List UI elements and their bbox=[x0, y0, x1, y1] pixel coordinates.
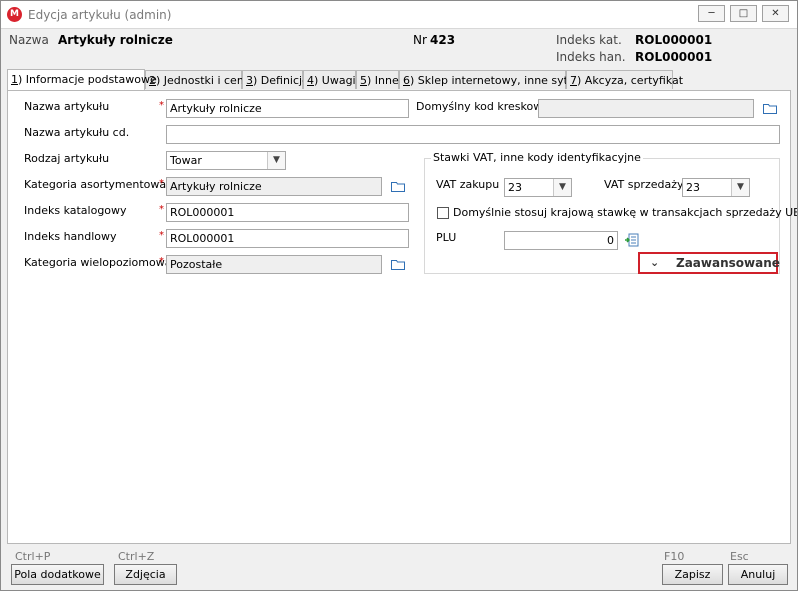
extra-fields-shortcut: Ctrl+P bbox=[15, 550, 51, 563]
advanced-label: Zaawansowane bbox=[676, 256, 780, 270]
vat-purchase-select[interactable]: 23 ▼ bbox=[504, 178, 572, 197]
tab-excise-certificate[interactable]: 7) Akcyza, certyfikat bbox=[566, 70, 683, 89]
article-name-cd-label: Nazwa artykułu cd. bbox=[24, 126, 130, 139]
header-name-value: Artykuły rolnicze bbox=[58, 33, 173, 47]
required-marker: * bbox=[159, 256, 164, 267]
article-type-select[interactable]: Towar ▼ bbox=[166, 151, 286, 170]
tab-basic-info[interactable]: 1) Informacje podstawowe bbox=[7, 69, 157, 90]
article-type-value: Towar bbox=[170, 154, 202, 167]
barcode-label: Domyślny kod kreskowy bbox=[416, 100, 549, 113]
article-type-label: Rodzaj artykułu bbox=[24, 152, 110, 165]
header-catalog-index-value: ROL000001 bbox=[635, 33, 713, 47]
tab-units-prices[interactable]: 2) Jednostki i ceny bbox=[145, 70, 250, 89]
article-name-label: Nazwa artykułu bbox=[24, 100, 110, 113]
tab-online-shop[interactable]: 6) Sklep internetowy, inne sytemy bbox=[399, 70, 592, 89]
cancel-shortcut: Esc bbox=[730, 550, 749, 563]
tab-notes[interactable]: 4) Uwagi bbox=[303, 70, 356, 89]
chevron-down-icon[interactable]: ▼ bbox=[553, 179, 571, 196]
app-logo-icon: M bbox=[7, 7, 22, 22]
header-trade-index-label: Indeks han. bbox=[556, 50, 626, 64]
save-button[interactable]: Zapisz bbox=[662, 564, 723, 585]
required-marker: * bbox=[159, 100, 164, 111]
header-catalog-index-label: Indeks kat. bbox=[556, 33, 622, 47]
article-name-cd-input[interactable] bbox=[166, 125, 780, 144]
multilevel-category-label: Kategoria wielopoziomowa bbox=[24, 256, 172, 269]
barcode-input[interactable] bbox=[538, 99, 754, 118]
maximize-button[interactable]: □ bbox=[730, 5, 757, 22]
maximize-icon: □ bbox=[738, 8, 749, 19]
vat-sales-label: VAT sprzedaży bbox=[604, 178, 684, 191]
header-nr-label: Nr bbox=[413, 33, 427, 47]
plu-label: PLU bbox=[436, 231, 457, 244]
plu-generate-icon[interactable] bbox=[625, 233, 639, 247]
category-input[interactable]: Artykuły rolnicze bbox=[166, 177, 382, 196]
extra-fields-button[interactable]: Pola dodatkowe bbox=[11, 564, 104, 585]
required-marker: * bbox=[159, 178, 164, 189]
advanced-toggle-button[interactable]: ⌄ Zaawansowane bbox=[638, 252, 780, 274]
category-folder-icon[interactable] bbox=[391, 181, 405, 192]
domestic-rate-checkbox[interactable] bbox=[437, 207, 449, 219]
photos-shortcut: Ctrl+Z bbox=[118, 550, 155, 563]
trade-index-label: Indeks handlowy bbox=[24, 230, 117, 243]
article-name-input[interactable]: Artykuły rolnicze bbox=[166, 99, 409, 118]
save-shortcut: F10 bbox=[664, 550, 685, 563]
vat-sales-select[interactable]: 23 ▼ bbox=[682, 178, 750, 197]
vat-purchase-label: VAT zakupu bbox=[436, 178, 500, 191]
close-icon: ✕ bbox=[771, 8, 780, 19]
vat-group-title: Stawki VAT, inne kody identyfikacyjne bbox=[431, 151, 643, 164]
multilevel-folder-icon[interactable] bbox=[391, 259, 405, 270]
tab-other[interactable]: 5) Inne bbox=[356, 70, 399, 89]
photos-button[interactable]: Zdjęcia bbox=[114, 564, 177, 585]
vat-sales-value: 23 bbox=[686, 181, 700, 194]
article-edit-window: M Edycja artykułu (admin) ─ □ ✕ Nazwa Ar… bbox=[0, 0, 798, 591]
vat-purchase-value: 23 bbox=[508, 181, 522, 194]
article-header: Nazwa Artykuły rolnicze Nr 423 Indeks ka… bbox=[1, 29, 797, 69]
close-button[interactable]: ✕ bbox=[762, 5, 789, 22]
window-title: Edycja artykułu (admin) bbox=[28, 8, 172, 22]
category-label: Kategoria asortymentowa bbox=[24, 178, 167, 191]
catalog-index-input[interactable]: ROL000001 bbox=[166, 203, 409, 222]
cancel-button[interactable]: Anuluj bbox=[728, 564, 788, 585]
chevron-down-icon[interactable]: ▼ bbox=[731, 179, 749, 196]
minimize-button[interactable]: ─ bbox=[698, 5, 725, 22]
header-trade-index-value: ROL000001 bbox=[635, 50, 713, 64]
trade-index-input[interactable]: ROL000001 bbox=[166, 229, 409, 248]
tab-definitions[interactable]: 3) Definicje bbox=[242, 70, 309, 89]
title-bar[interactable]: M Edycja artykułu (admin) ─ □ ✕ bbox=[1, 1, 797, 29]
domestic-rate-label: Domyślnie stosuj krajową stawkę w transa… bbox=[453, 206, 798, 219]
chevron-down-icon[interactable]: ▼ bbox=[267, 152, 285, 169]
multilevel-category-input[interactable]: Pozostałe bbox=[166, 255, 382, 274]
catalog-index-label: Indeks katalogowy bbox=[24, 204, 127, 217]
header-nr-value: 423 bbox=[430, 33, 456, 47]
basic-info-panel: Nazwa artykułu * Artykuły rolnicze Domyś… bbox=[7, 90, 797, 544]
header-name-label: Nazwa bbox=[9, 33, 49, 47]
required-marker: * bbox=[159, 204, 164, 215]
barcode-folder-icon[interactable] bbox=[763, 103, 777, 114]
chevron-down-icon: ⌄ bbox=[650, 256, 660, 269]
plu-input[interactable]: 0 bbox=[504, 231, 618, 250]
required-marker: * bbox=[159, 230, 164, 241]
minimize-icon: ─ bbox=[708, 8, 715, 19]
